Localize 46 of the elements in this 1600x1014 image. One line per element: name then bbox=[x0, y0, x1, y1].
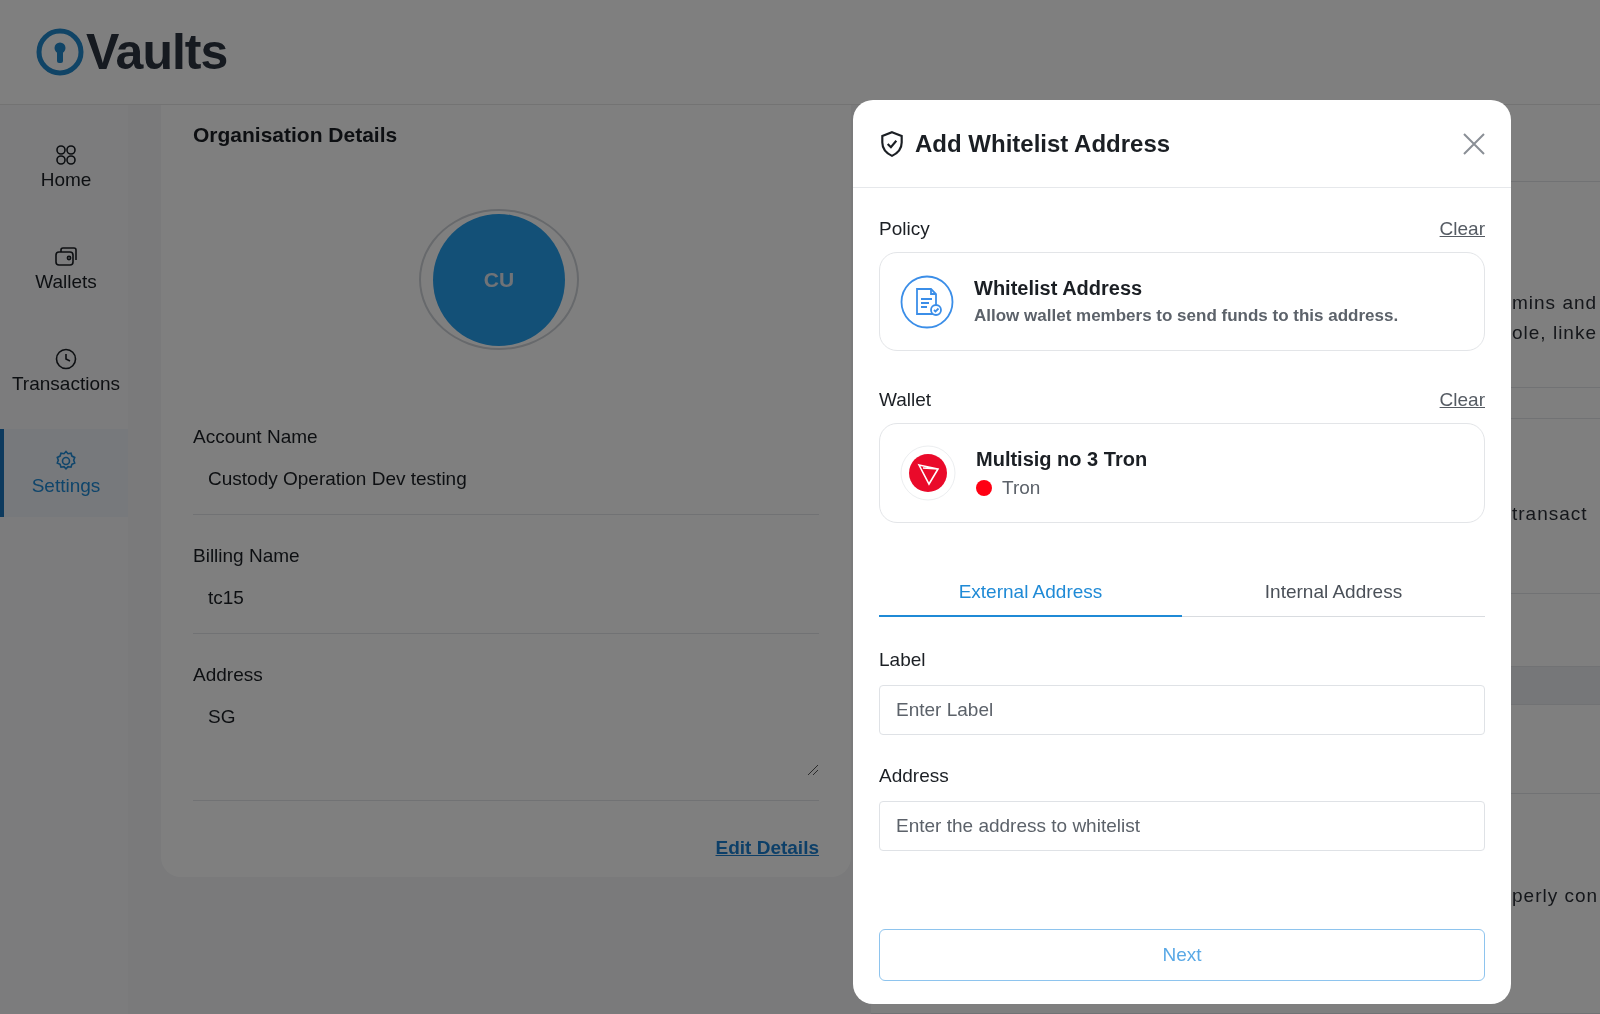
next-button[interactable]: Next bbox=[879, 929, 1485, 981]
panel-text: ole, linke bbox=[1512, 322, 1598, 344]
panel-text: perly con bbox=[1512, 885, 1600, 907]
panel-text: transact bbox=[1512, 503, 1589, 525]
shield-check-icon bbox=[879, 129, 905, 158]
nav-item[interactable]: Home bbox=[0, 123, 128, 211]
logo-text: Vaults bbox=[86, 23, 228, 81]
field-value: SG bbox=[207, 706, 236, 727]
field-label: Address bbox=[193, 664, 264, 686]
document-shield-icon bbox=[900, 274, 954, 329]
field-label: Address bbox=[879, 765, 950, 787]
dialog-title: Add Whitelist Address bbox=[915, 129, 1172, 158]
policy-card[interactable]: Whitelist Address Allow wallet members to send funds to this address. bbox=[879, 252, 1485, 351]
tab[interactable]: External Address bbox=[879, 569, 1182, 617]
field-value: tc15 bbox=[207, 587, 245, 609]
input-field[interactable]: Enter Label bbox=[879, 685, 1485, 735]
edit-details-link[interactable]: Edit Details bbox=[715, 837, 819, 859]
field-value: Custody Operation Dev testing bbox=[207, 468, 468, 490]
avatar: CU bbox=[433, 213, 565, 346]
policy-description: Allow wallet members to send funds to this address. bbox=[974, 306, 1399, 326]
panel-text: mins and bbox=[1512, 292, 1599, 314]
grid-icon bbox=[54, 143, 78, 167]
nav-item[interactable]: Settings bbox=[0, 429, 128, 517]
wallet-card[interactable]: Multisig no 3 Tron Tron bbox=[879, 423, 1485, 523]
resize-handle-icon bbox=[807, 764, 819, 776]
field-label: Billing Name bbox=[193, 545, 301, 567]
section-label: Wallet bbox=[879, 389, 932, 411]
nav-item[interactable]: Transactions bbox=[0, 327, 128, 415]
clear-link[interactable]: Clear bbox=[1439, 218, 1485, 240]
close-button[interactable] bbox=[1463, 132, 1485, 155]
clear-link[interactable]: Clear bbox=[1439, 389, 1485, 411]
clock-icon bbox=[54, 347, 78, 371]
wallet-icon bbox=[54, 245, 78, 269]
field-label: Label bbox=[879, 649, 927, 671]
card-title: Organisation Details bbox=[193, 123, 399, 147]
triangle-coin-icon bbox=[900, 445, 956, 501]
settings-icon bbox=[54, 449, 78, 473]
section-label: Policy bbox=[879, 218, 930, 240]
wallet-name: Multisig no 3 Tron bbox=[976, 447, 1148, 471]
tab[interactable]: Internal Address bbox=[1182, 569, 1485, 617]
network-name: Tron bbox=[1002, 476, 1041, 499]
policy-title: Whitelist Address bbox=[974, 277, 1144, 300]
keyhole-logo-icon bbox=[36, 28, 84, 76]
field-label: Account Name bbox=[193, 426, 319, 448]
input-field[interactable]: Enter the address to whitelist bbox=[879, 801, 1485, 851]
nav-item[interactable]: Wallets bbox=[0, 225, 128, 313]
